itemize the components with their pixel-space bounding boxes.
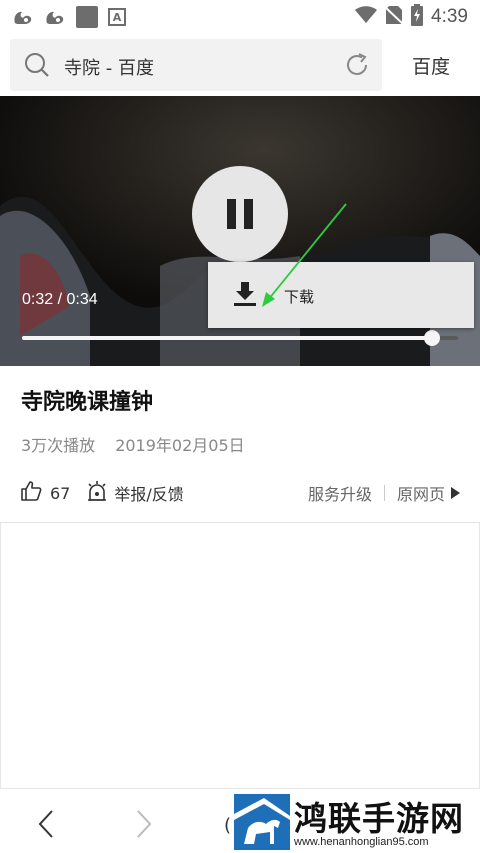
download-label: 下载 (284, 288, 315, 306)
wifi-icon (355, 6, 378, 28)
actions-right: 服务升级 原网页 (308, 481, 460, 505)
progress-slider[interactable] (22, 330, 458, 346)
nav-partial-glyph[interactable]: ( (224, 815, 231, 836)
play-triangle-icon[interactable] (451, 487, 460, 499)
service-upgrade-link[interactable]: 服务升级 (308, 481, 372, 505)
search-icon (24, 52, 50, 82)
progress-thumb[interactable] (423, 330, 440, 346)
clock: 4:39 (431, 6, 468, 27)
original-page-link[interactable]: 原网页 (397, 481, 445, 505)
watermark-url: www.henanhonglian95.com (294, 836, 429, 848)
thumbs-up-icon[interactable] (20, 480, 42, 506)
address-bar-row: 寺院 - 百度 百度 (0, 36, 480, 94)
playback-time: 0:32 / 0:34 (22, 291, 98, 308)
divider (0, 523, 1, 788)
publish-date: 2019年02月05日 (115, 436, 245, 455)
alarm-report-icon[interactable] (86, 480, 108, 506)
back-arrow-icon[interactable] (36, 809, 56, 843)
watermark-title: 鸿联手游网 (294, 799, 464, 838)
horse-logo-icon (234, 794, 290, 853)
divider (0, 522, 480, 523)
download-icon (234, 282, 256, 310)
report-feedback-link[interactable]: 举报/反馈 (114, 481, 183, 505)
like-count[interactable]: 67 (50, 484, 70, 503)
search-engine-button[interactable]: 百度 (396, 52, 466, 79)
video-meta: 3万次播放 2019年02月05日 (21, 432, 245, 456)
divider (383, 485, 385, 501)
pause-icon (227, 199, 236, 229)
forward-arrow-icon[interactable] (134, 809, 154, 843)
uc-browser-icon (12, 7, 34, 27)
battery-charging-icon (411, 4, 424, 30)
pause-icon (244, 199, 253, 229)
status-bar: A 4:39 (0, 0, 480, 34)
site-watermark: 鸿联手游网 www.henanhonglian95.com (232, 792, 480, 853)
action-bar: 67 举报/反馈 服务升级 原网页 (20, 480, 460, 506)
font-a-icon: A (108, 8, 126, 26)
search-query: 寺院 - 百度 (64, 58, 154, 79)
play-count: 3万次播放 (21, 436, 96, 455)
search-input[interactable]: 寺院 - 百度 (10, 39, 382, 91)
uc-browser-icon (44, 7, 66, 27)
progress-fill (22, 336, 432, 340)
video-title: 寺院晚课撞钟 (21, 390, 154, 415)
gallery-icon (76, 6, 98, 28)
pause-button[interactable] (192, 166, 288, 262)
download-menu-item[interactable]: 下载 (208, 262, 474, 328)
no-sim-icon (384, 5, 404, 29)
status-right-icons: 4:39 (355, 4, 468, 30)
refresh-icon[interactable] (344, 52, 370, 82)
status-left-icons: A (12, 6, 126, 28)
